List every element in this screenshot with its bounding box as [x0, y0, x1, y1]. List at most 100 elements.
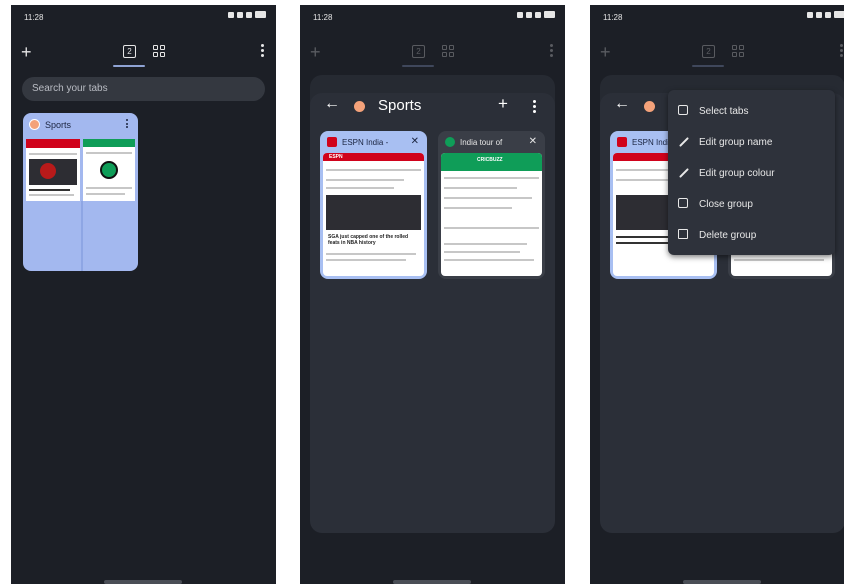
tab-switcher-toolbar: + 2 [11, 43, 276, 71]
thumb-line [734, 259, 824, 261]
thumb-line [86, 193, 125, 195]
menu-item-close-group[interactable]: Close group [668, 191, 835, 221]
battery-icon [544, 11, 555, 18]
tab-count-icon: 2 [702, 45, 715, 58]
cricbuzz-logo-graphic [100, 161, 118, 179]
group-options-menu: Select tabs Edit group name Edit group c… [668, 90, 835, 255]
tab-card-title: India tour of [460, 138, 503, 147]
thumb-line [444, 251, 520, 253]
tab-card-header: ESPN India - ✕ [320, 131, 427, 153]
tab-groups-icon[interactable] [153, 45, 165, 57]
more-options-icon [550, 44, 553, 59]
status-time: 11:28 [24, 13, 44, 22]
espn-favicon-icon [617, 137, 627, 147]
group-sheet-header: ← Sports + [310, 93, 555, 123]
group-card-title: Sports [45, 120, 72, 130]
back-arrow-icon[interactable]: ← [324, 95, 340, 113]
pencil-icon [679, 137, 689, 147]
gesture-bar [104, 580, 182, 584]
group-sheet-title[interactable]: Sports [378, 97, 421, 114]
battery-icon [834, 11, 844, 18]
selected-tab-indicator [113, 65, 145, 67]
menu-item-edit-group-name[interactable]: Edit group name [668, 129, 835, 159]
tab-card-cricbuzz[interactable]: India tour of ✕ CRICBUZZ [438, 131, 545, 279]
menu-item-label: Edit group colour [699, 168, 775, 179]
status-icons [517, 11, 555, 18]
thumb-line [444, 187, 517, 189]
cricbuzz-favicon-icon [445, 137, 455, 147]
thumb-line [86, 187, 132, 189]
new-tab-button: + [600, 42, 611, 62]
gesture-bar [393, 580, 471, 584]
cricbuzz-brand-text: CRICBUZZ [477, 157, 503, 163]
phone-screen-group-sheet: 11:28 + 2 ← Sports + ESPN India - ✕ ESPN [300, 5, 565, 584]
thumb-line [29, 194, 74, 196]
thumb-line [444, 177, 539, 179]
menu-item-label: Delete group [699, 230, 757, 241]
cricbuzz-header-bar [83, 139, 135, 147]
eyedropper-icon [679, 168, 689, 178]
close-tab-icon[interactable]: ✕ [411, 136, 419, 147]
menu-item-select-tabs[interactable]: Select tabs [668, 98, 835, 128]
thumb-line [326, 187, 394, 189]
thumb-line [326, 179, 404, 181]
gesture-bar [683, 580, 761, 584]
new-tab-button: + [310, 42, 321, 62]
group-more-options-icon[interactable] [533, 100, 536, 115]
dimmed-toolbar: + 2 [590, 43, 844, 71]
status-bar: 11:28 [590, 5, 844, 27]
tab-card-espn[interactable]: ESPN India - ✕ ESPN SGA just capped one … [320, 131, 427, 279]
group-more-icon[interactable] [126, 119, 128, 130]
espn-hero-image [326, 195, 421, 230]
menu-item-label: Edit group name [699, 137, 773, 148]
selected-tab-indicator [692, 65, 724, 67]
tab-card-title: ESPN India - [342, 138, 389, 147]
thumb-line [326, 169, 421, 171]
tab-page-preview: CRICBUZZ [441, 153, 542, 276]
thumb-line [444, 227, 539, 229]
menu-item-edit-group-colour[interactable]: Edit group colour [668, 160, 835, 190]
tab-group-card[interactable]: Sports [23, 113, 138, 271]
espn-headline: SGA just capped one of the rolled feats … [328, 234, 409, 246]
thumb-line [326, 253, 416, 255]
status-bar: 11:28 [300, 5, 565, 27]
search-tabs-input[interactable]: Search your tabs [22, 77, 265, 101]
thumb-line [444, 243, 527, 245]
add-tab-to-group-button[interactable]: + [498, 94, 508, 114]
close-tab-icon[interactable]: ✕ [529, 136, 537, 147]
signal-icon [825, 11, 831, 18]
group-card-header: Sports [29, 119, 132, 133]
thumb-line [444, 207, 512, 209]
more-options-icon [840, 44, 843, 59]
espn-header-bar [26, 139, 80, 148]
mic-icon [228, 11, 234, 18]
trash-icon [678, 229, 688, 239]
battery-icon [255, 11, 266, 18]
thumb-line [86, 152, 132, 154]
wifi-icon [526, 11, 532, 18]
menu-item-label: Select tabs [699, 106, 749, 117]
espn-player-graphic [40, 163, 56, 179]
back-arrow-icon[interactable]: ← [614, 95, 630, 113]
card-divider [81, 201, 83, 271]
status-time: 11:28 [603, 13, 623, 22]
mic-icon [517, 11, 523, 18]
new-tab-button[interactable]: + [21, 43, 32, 61]
thumb-line [326, 259, 406, 261]
tab-page-preview: ESPN SGA just capped one of the rolled f… [323, 153, 424, 276]
signal-icon [535, 11, 541, 18]
menu-item-delete-group[interactable]: Delete group [668, 222, 835, 252]
signal-icon [246, 11, 252, 18]
tab-thumbnail-cricbuzz [83, 139, 135, 201]
tab-count-icon[interactable]: 2 [123, 45, 136, 58]
status-bar: 11:28 [11, 5, 276, 27]
tab-thumbnail-espn [26, 139, 80, 201]
group-color-dot[interactable] [644, 101, 655, 112]
status-icons [228, 11, 266, 18]
group-color-dot[interactable] [354, 101, 365, 112]
thumb-line [29, 153, 77, 155]
tab-groups-icon [732, 45, 744, 57]
more-options-icon[interactable] [261, 44, 264, 59]
tab-groups-icon [442, 45, 454, 57]
checkbox-icon [678, 105, 688, 115]
